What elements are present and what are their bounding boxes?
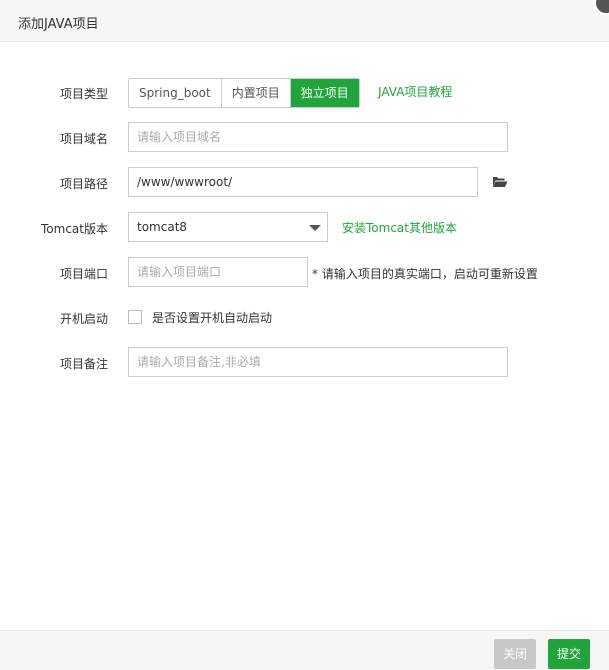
tomcat-label: Tomcat版本 (41, 222, 108, 236)
domain-input[interactable] (128, 122, 508, 152)
type-option-standalone[interactable]: 独立项目 (290, 79, 359, 107)
close-icon[interactable] (594, 0, 609, 15)
dialog-footer: 关闭 提交 (0, 630, 609, 670)
autostart-label: 开机启动 (59, 312, 108, 326)
dialog-title: 添加JAVA项目 (18, 17, 99, 32)
port-input[interactable] (128, 257, 308, 287)
note-input[interactable] (128, 347, 508, 377)
close-button[interactable]: 关闭 (494, 639, 537, 669)
path-input[interactable] (128, 167, 478, 197)
tomcat-select[interactable]: tomcat8 (128, 212, 328, 242)
autostart-checkbox-label[interactable]: 是否设置开机自动启动 (152, 309, 272, 326)
dialog-header: 添加JAVA项目 (0, 0, 609, 42)
chevron-down-icon (309, 225, 321, 231)
type-option-spring-boot[interactable]: Spring_boot (129, 79, 222, 107)
port-label: 项目端口 (59, 267, 108, 281)
project-type-label: 项目类型 (59, 87, 108, 101)
note-label: 项目备注 (59, 357, 108, 371)
type-option-builtin[interactable]: 内置项目 (221, 79, 291, 107)
submit-button[interactable]: 提交 (548, 639, 591, 669)
project-type-segmented: Spring_boot 内置项目 独立项目 (128, 78, 360, 108)
autostart-checkbox[interactable] (128, 310, 142, 324)
port-hint: * 请输入项目的真实端口，启动可重新设置 (312, 267, 538, 281)
install-tomcat-link[interactable]: 安装Tomcat其他版本 (342, 219, 457, 236)
folder-open-icon[interactable] (492, 175, 508, 191)
java-tutorial-link[interactable]: JAVA项目教程 (378, 83, 452, 100)
path-label: 项目路径 (59, 177, 108, 191)
domain-label: 项目域名 (59, 132, 108, 146)
tomcat-select-value: tomcat8 (137, 220, 188, 234)
